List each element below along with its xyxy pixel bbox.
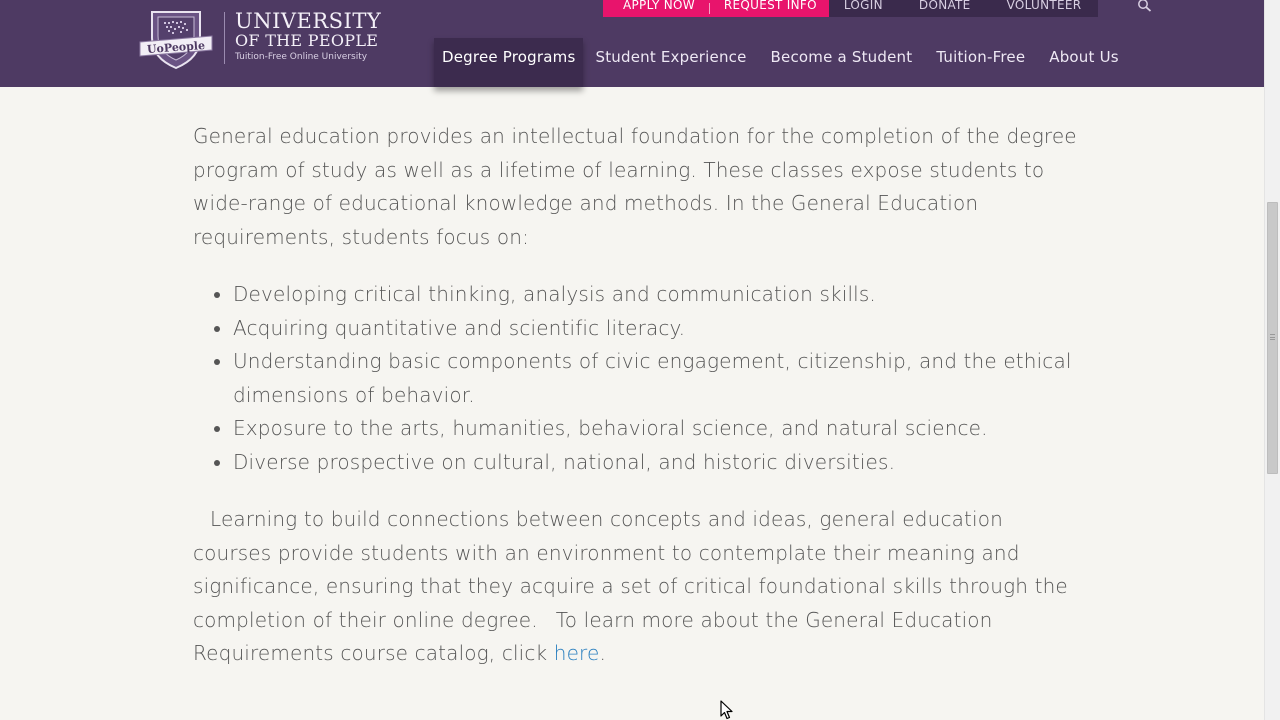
site-header: UoPeople UNIVERSITY OF THE PEOPLE Tuitio… bbox=[0, 0, 1264, 87]
page: UoPeople UNIVERSITY OF THE PEOPLE Tuitio… bbox=[0, 0, 1280, 720]
nav-degree-programs[interactable]: Degree Programs bbox=[434, 38, 584, 87]
main-nav: Degree Programs Student Experience Becom… bbox=[434, 38, 1131, 87]
main-content: General education provides an intellectu… bbox=[193, 120, 1083, 671]
logo-line-of-the-people: OF THE PEOPLE bbox=[235, 31, 379, 50]
scrollbar-grip-icon bbox=[1270, 334, 1275, 340]
uopeople-badge-icon: UoPeople bbox=[138, 8, 214, 70]
utility-links-group: LOGIN DONATE VOLUNTEER bbox=[828, 0, 1152, 17]
nav-become-a-student[interactable]: Become a Student bbox=[759, 38, 925, 87]
closing-period: . bbox=[599, 641, 606, 665]
list-item: Exposure to the arts, humanities, behavi… bbox=[233, 412, 1083, 446]
logo-wordmark: UNIVERSITY OF THE PEOPLE Tuition-Free On… bbox=[235, 10, 381, 62]
nav-tuition-free[interactable]: Tuition-Free bbox=[924, 38, 1037, 87]
list-item: Developing critical thinking, analysis a… bbox=[233, 278, 1083, 312]
university-logo[interactable]: UoPeople UNIVERSITY OF THE PEOPLE Tuitio… bbox=[138, 8, 388, 72]
nav-student-experience[interactable]: Student Experience bbox=[583, 38, 758, 87]
mouse-cursor-icon bbox=[720, 700, 736, 720]
focus-list: Developing critical thinking, analysis a… bbox=[193, 278, 1083, 479]
list-item: Understanding basic components of civic … bbox=[233, 345, 1083, 412]
volunteer-link[interactable]: VOLUNTEER bbox=[1007, 0, 1082, 11]
intro-paragraph: General education provides an intellectu… bbox=[193, 124, 1077, 249]
utility-cta-group: APPLY NOW REQUEST INFO bbox=[603, 0, 829, 17]
list-item: Acquiring quantitative and scientific li… bbox=[233, 312, 1083, 346]
search-icon[interactable] bbox=[1137, 0, 1153, 12]
logo-divider bbox=[224, 12, 225, 64]
login-link[interactable]: LOGIN bbox=[844, 0, 883, 11]
catalog-here-link[interactable]: here bbox=[554, 641, 600, 665]
page-scrollbar[interactable] bbox=[1264, 0, 1280, 720]
logo-line-university: UNIVERSITY bbox=[235, 9, 382, 33]
nav-about-us[interactable]: About Us bbox=[1037, 38, 1131, 87]
donate-link[interactable]: DONATE bbox=[919, 0, 971, 11]
list-item: Diverse prospective on cultural, nationa… bbox=[233, 446, 1083, 480]
closing-paragraph: Learning to build connections between co… bbox=[193, 503, 1083, 671]
apply-now-link[interactable]: APPLY NOW bbox=[623, 0, 695, 11]
scrollbar-thumb[interactable] bbox=[1267, 202, 1278, 474]
utility-separator bbox=[708, 3, 710, 14]
logo-tagline: Tuition-Free Online University bbox=[235, 52, 368, 62]
utility-bar: APPLY NOW REQUEST INFO LOGIN DONATE VOLU… bbox=[603, 0, 1152, 17]
request-info-link[interactable]: REQUEST INFO bbox=[724, 0, 817, 11]
